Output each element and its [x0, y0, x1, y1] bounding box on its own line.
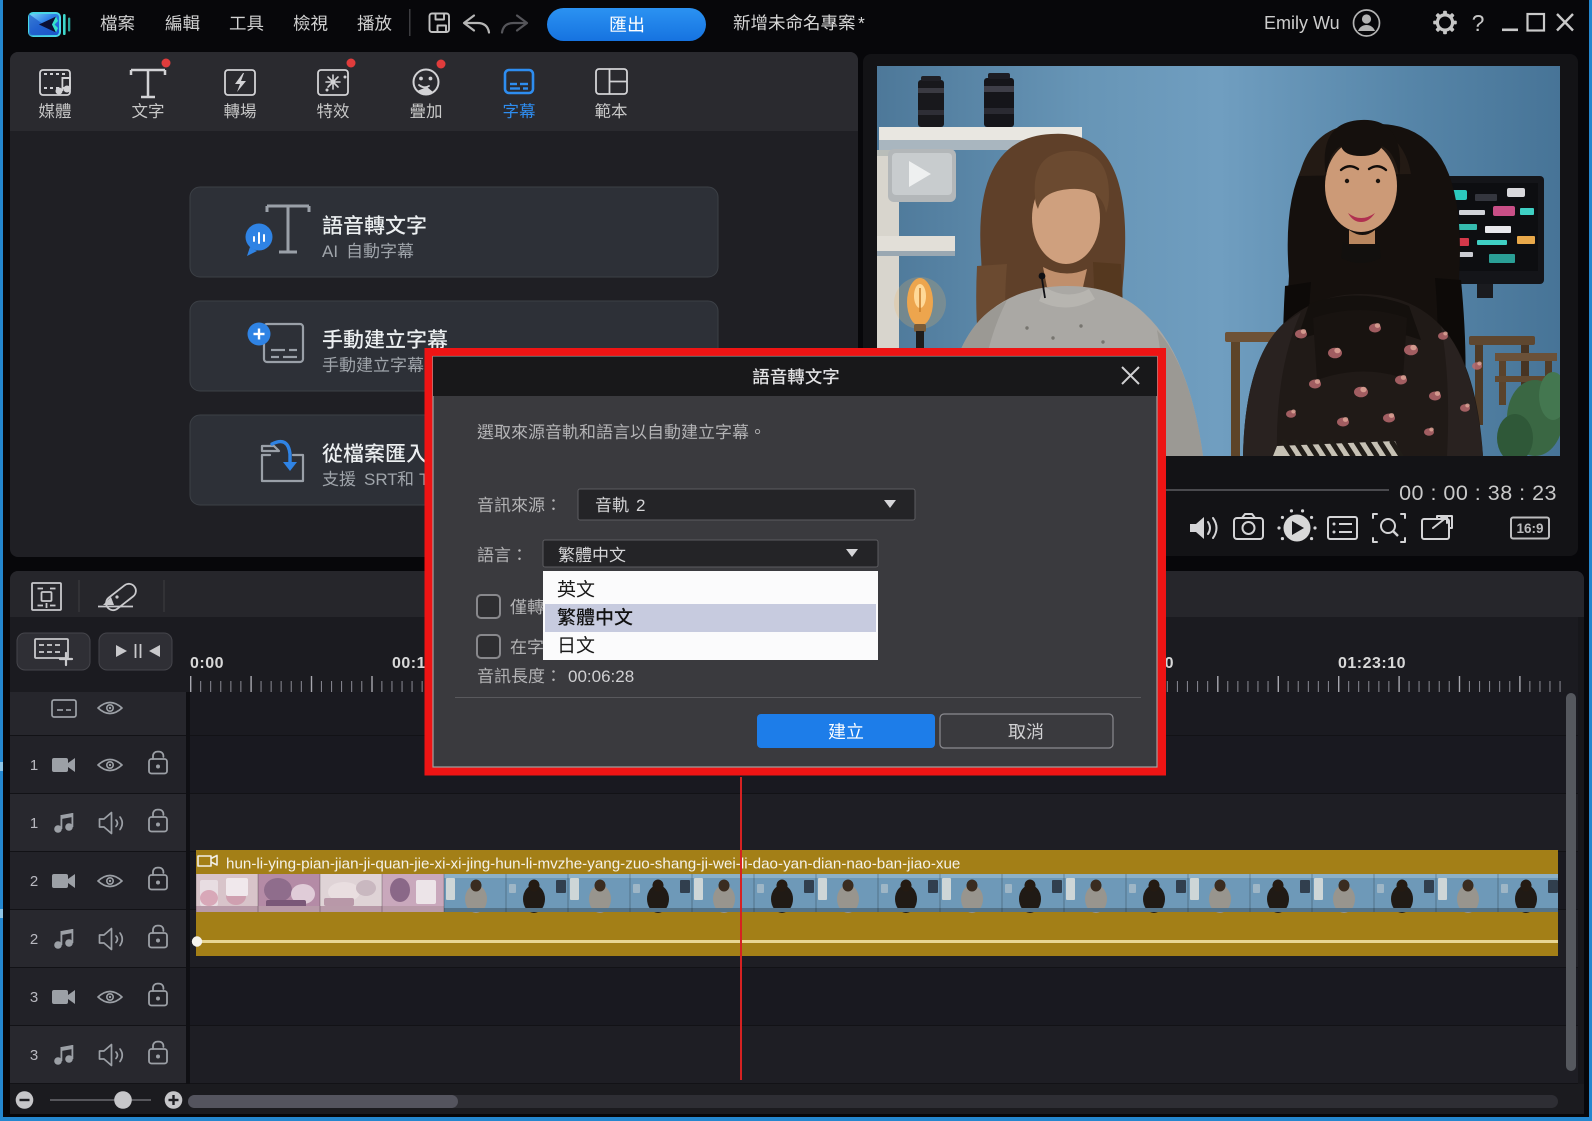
svg-text:1: 1	[30, 757, 38, 774]
svg-text:Emily Wu: Emily Wu	[1264, 13, 1340, 33]
svg-text:0:00: 0:00	[190, 655, 224, 672]
svg-text:3: 3	[30, 1047, 38, 1064]
svg-text:hun-li-ying-pian-jian-ji-quan-: hun-li-ying-pian-jian-ji-quan-jie-xi-xi-…	[226, 856, 960, 873]
svg-text:2: 2	[30, 931, 38, 948]
svg-text:2: 2	[30, 873, 38, 890]
svg-text:1: 1	[30, 815, 38, 832]
svg-text:AI: AI	[322, 242, 338, 261]
svg-text:3: 3	[30, 989, 38, 1006]
svg-text:*: *	[858, 13, 865, 33]
svg-text:01:23:10: 01:23:10	[1338, 655, 1406, 672]
svg-text:00:06:28: 00:06:28	[568, 667, 634, 686]
svg-text:SRT: SRT	[364, 470, 398, 489]
svg-text:2: 2	[636, 496, 645, 515]
svg-text:00 : 00 : 38 : 23: 00 : 00 : 38 : 23	[1399, 481, 1557, 505]
svg-text:?: ?	[1472, 10, 1485, 36]
svg-text:16:9: 16:9	[1516, 521, 1543, 536]
